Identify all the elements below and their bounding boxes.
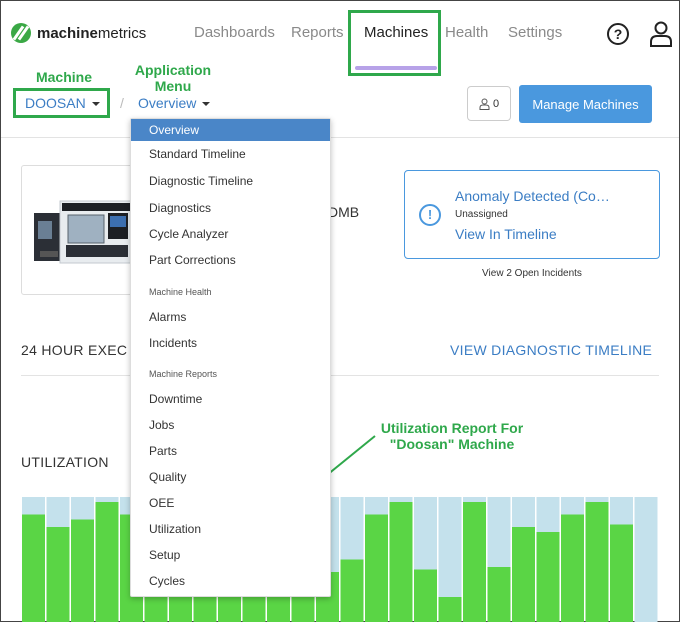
assigned-users-count: 0 bbox=[492, 97, 500, 110]
anomaly-card[interactable]: ! Anomaly Detected (Co… Unassigned View … bbox=[404, 170, 660, 259]
annotation-machine: Machine bbox=[35, 69, 92, 85]
nav-reports[interactable]: Reports bbox=[291, 24, 344, 41]
divider bbox=[1, 137, 679, 138]
utilization-bar[interactable] bbox=[365, 514, 388, 622]
utilization-bar[interactable] bbox=[414, 569, 437, 622]
utilization-bar[interactable] bbox=[218, 597, 241, 622]
annotation-app-menu: Application Menu bbox=[134, 62, 212, 94]
utilization-bar[interactable] bbox=[585, 502, 609, 622]
utilization-bar[interactable] bbox=[536, 532, 560, 622]
utilization-bar[interactable] bbox=[71, 519, 94, 622]
menu-item-overview[interactable]: Overview bbox=[131, 119, 330, 141]
view-diagnostic-timeline-link[interactable]: VIEW DIAGNOSTIC TIMELINE bbox=[450, 342, 652, 358]
utilization-chart bbox=[22, 497, 658, 622]
open-incidents-link[interactable]: View 2 Open Incidents bbox=[404, 268, 660, 279]
utilization-bar[interactable] bbox=[46, 527, 70, 622]
utilization-bar[interactable] bbox=[463, 502, 486, 622]
menu-item-part-corrections[interactable]: Part Corrections bbox=[131, 249, 330, 271]
divider bbox=[21, 375, 659, 376]
machine-name: DOOSAN bbox=[25, 95, 86, 111]
help-icon[interactable]: ? bbox=[607, 23, 629, 45]
chevron-down-icon bbox=[202, 102, 211, 107]
utilization-section-title: UTILIZATION bbox=[21, 454, 109, 470]
brand-logo[interactable]: machinemetrics bbox=[11, 23, 146, 43]
nav-dashboards[interactable]: Dashboards bbox=[194, 24, 275, 41]
utilization-bar[interactable] bbox=[22, 514, 45, 622]
menu-item-jobs[interactable]: Jobs bbox=[131, 414, 330, 436]
menu-item-incidents[interactable]: Incidents bbox=[131, 332, 330, 354]
nav-settings[interactable]: Settings bbox=[508, 24, 562, 41]
machine-model: DMB bbox=[328, 204, 360, 220]
user-icon bbox=[479, 98, 490, 110]
menu-item-diagnostic-timeline[interactable]: Diagnostic Timeline bbox=[131, 170, 330, 192]
utilization-bar[interactable] bbox=[487, 567, 511, 622]
anomaly-status: Unassigned bbox=[455, 209, 508, 220]
anomaly-title[interactable]: Anomaly Detected (Co… bbox=[455, 188, 645, 204]
assigned-users-button[interactable]: 0 bbox=[467, 86, 511, 121]
menu-item-setup[interactable]: Setup bbox=[131, 544, 330, 566]
menu-item-diagnostics[interactable]: Diagnostics bbox=[131, 197, 330, 219]
machine-selector[interactable]: DOOSAN bbox=[25, 95, 100, 111]
utilization-bar[interactable] bbox=[95, 502, 119, 622]
breadcrumb-separator: / bbox=[120, 95, 124, 111]
annotation-utilization-report: Utilization Report For "Doosan" Machine bbox=[380, 420, 524, 452]
menu-item-parts[interactable]: Parts bbox=[131, 440, 330, 462]
menu-item-standard-timeline[interactable]: Standard Timeline bbox=[131, 143, 330, 165]
chevron-down-icon bbox=[91, 102, 100, 107]
utilization-bar[interactable] bbox=[389, 502, 413, 622]
utilization-bar[interactable] bbox=[193, 594, 217, 622]
utilization-bar[interactable] bbox=[512, 527, 535, 622]
utilization-bar[interactable] bbox=[610, 524, 633, 622]
utilization-bar[interactable] bbox=[340, 559, 364, 622]
application-menu-dropdown: Overview Standard Timeline Diagnostic Ti… bbox=[130, 118, 331, 597]
menu-item-quality[interactable]: Quality bbox=[131, 466, 330, 488]
menu-item-oee[interactable]: OEE bbox=[131, 492, 330, 514]
nav-health[interactable]: Health bbox=[445, 24, 488, 41]
menu-section-header: Machine Reports bbox=[149, 369, 218, 379]
view-in-timeline-link[interactable]: View In Timeline bbox=[455, 226, 557, 242]
menu-item-downtime[interactable]: Downtime bbox=[131, 388, 330, 410]
menu-item-cycles[interactable]: Cycles bbox=[131, 570, 330, 592]
menu-section-header: Machine Health bbox=[149, 287, 212, 297]
brand-name: machinemetrics bbox=[37, 24, 147, 42]
menu-item-alarms[interactable]: Alarms bbox=[131, 306, 330, 328]
application-menu-selector[interactable]: Overview bbox=[138, 95, 211, 111]
manage-machines-button[interactable]: Manage Machines bbox=[519, 85, 652, 123]
machine-image bbox=[34, 200, 133, 264]
execution-section-title: 24 HOUR EXEC bbox=[21, 342, 128, 358]
utilization-slot bbox=[634, 497, 658, 622]
application-name: Overview bbox=[138, 95, 197, 111]
user-icon[interactable] bbox=[649, 21, 673, 47]
utilization-bar[interactable] bbox=[438, 597, 462, 622]
menu-item-cycle-analyzer[interactable]: Cycle Analyzer bbox=[131, 223, 330, 245]
utilization-bar[interactable] bbox=[561, 514, 584, 622]
menu-item-utilization[interactable]: Utilization bbox=[131, 518, 330, 540]
logo-icon bbox=[11, 23, 31, 43]
alert-icon: ! bbox=[419, 204, 441, 226]
machines-tab-highlight bbox=[348, 10, 441, 76]
machine-image-card bbox=[21, 165, 138, 295]
